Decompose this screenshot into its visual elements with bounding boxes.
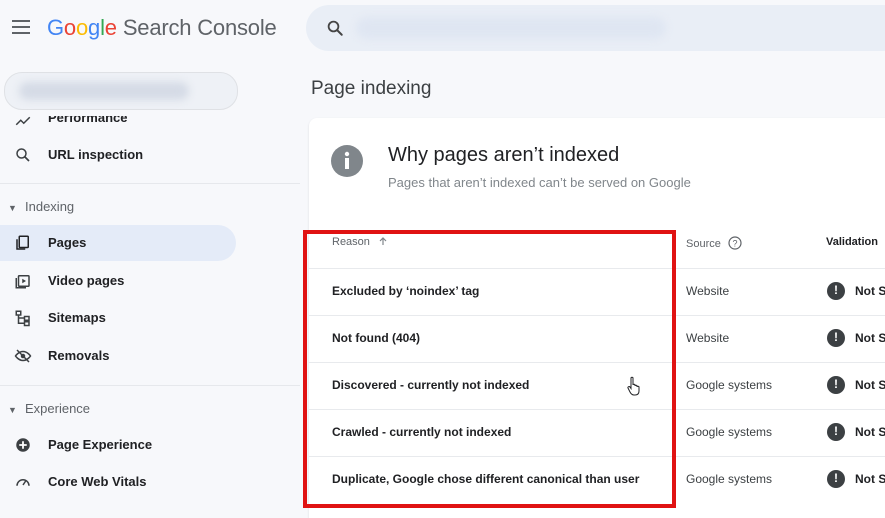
top-bar: Google Search Console — [0, 0, 885, 60]
section-title: Indexing — [25, 199, 75, 214]
sidebar-item-label: Sitemaps — [48, 310, 106, 325]
sidebar-item-url-inspection[interactable]: URL inspection — [0, 137, 236, 173]
reason-cell: Discovered - currently not indexed — [332, 378, 530, 392]
column-header-reason[interactable]: Reason — [332, 236, 388, 248]
sidebar-item-removals[interactable]: Removals — [0, 338, 236, 374]
validation-cell: Not S — [855, 378, 885, 392]
validation-cell: Not S — [855, 472, 885, 486]
table-row[interactable]: Discovered - currently not indexed Googl… — [309, 362, 885, 410]
svg-text:?: ? — [732, 239, 737, 249]
not-started-icon — [827, 376, 845, 394]
not-started-icon — [827, 329, 845, 347]
source-cell: Website — [686, 284, 730, 298]
sidebar-divider — [0, 183, 300, 184]
collapse-caret-icon: ▼ — [8, 203, 17, 213]
table-row[interactable]: Crawled - currently not indexed Google s… — [309, 409, 885, 457]
hamburger-menu-icon[interactable] — [12, 20, 32, 36]
search-icon — [327, 20, 343, 36]
page-title: Page indexing — [311, 78, 432, 99]
table-row[interactable]: Duplicate, Google chose different canoni… — [309, 456, 885, 504]
not-started-icon — [827, 470, 845, 488]
sidebar-item-performance[interactable]: Performance — [0, 116, 236, 130]
sidebar-item-label: Removals — [48, 348, 110, 363]
column-header-source[interactable]: Source ? — [686, 236, 742, 250]
sidebar-item-label: URL inspection — [48, 147, 144, 162]
reason-cell: Crawled - currently not indexed — [332, 425, 512, 439]
search-input-redacted[interactable] — [356, 17, 666, 39]
sidebar-section-indexing[interactable]: ▼ Indexing — [0, 196, 240, 218]
info-icon — [331, 145, 363, 177]
card-subtitle: Pages that aren’t indexed can’t be serve… — [388, 175, 691, 190]
property-selector[interactable] — [4, 72, 238, 110]
column-header-label: Source — [686, 238, 721, 250]
logo-letter: o — [63, 15, 76, 40]
logo-letter: g — [88, 15, 101, 40]
source-cell: Google systems — [686, 425, 773, 439]
not-started-icon — [827, 423, 845, 441]
search-icon — [16, 148, 30, 162]
sidebar-item-label: Page Experience — [48, 437, 153, 452]
sidebar-item-page-experience[interactable]: Page Experience — [0, 427, 236, 463]
why-pages-not-indexed-card: Why pages aren’t indexed Pages that aren… — [309, 118, 885, 518]
logo-letter: o — [75, 15, 89, 40]
table-row[interactable]: Excluded by ‘noindex’ tag Website Not S — [309, 268, 885, 316]
reason-cell: Excluded by ‘noindex’ tag — [332, 284, 480, 298]
speedometer-icon — [16, 479, 30, 486]
sidebar-divider — [0, 385, 300, 386]
section-title: Experience — [25, 401, 91, 416]
logo-letter: e — [104, 15, 117, 40]
product-name: Search Console — [122, 15, 277, 40]
sidebar-item-video-pages[interactable]: Video pages — [0, 263, 236, 299]
validation-cell: Not S — [855, 425, 885, 439]
column-header-validation[interactable]: Validation — [826, 236, 878, 248]
sidebar-item-label: Video pages — [48, 273, 125, 288]
logo-letter: G — [47, 15, 64, 40]
search-console-logo[interactable]: Google Search Console — [47, 15, 277, 41]
reason-cell: Duplicate, Google chose different canoni… — [332, 472, 640, 486]
video-pages-icon — [15, 275, 30, 289]
source-cell: Google systems — [686, 472, 773, 486]
sidebar: Performance URL inspection ▼ Indexing Pa… — [0, 60, 300, 515]
sort-arrow-up-icon — [379, 237, 387, 245]
collapse-caret-icon: ▼ — [8, 405, 17, 415]
source-cell: Website — [686, 331, 730, 345]
inspect-url-search-bar[interactable] — [306, 5, 885, 51]
help-icon[interactable]: ? — [728, 236, 742, 250]
validation-cell: Not S — [855, 331, 885, 345]
sidebar-section-experience[interactable]: ▼ Experience — [0, 398, 240, 420]
not-started-icon — [827, 282, 845, 300]
sidebar-item-label: Core Web Vitals — [48, 474, 147, 489]
sidebar-item-core-web-vitals[interactable]: Core Web Vitals — [0, 464, 236, 500]
pages-icon — [16, 235, 29, 250]
sidebar-item-sitemaps[interactable]: Sitemaps — [0, 300, 236, 336]
sidebar-item-label: Performance — [48, 116, 128, 125]
reason-cell: Not found (404) — [332, 331, 420, 345]
removals-icon — [14, 349, 32, 363]
card-title: Why pages aren’t indexed — [388, 144, 620, 166]
trending-up-icon — [15, 116, 31, 126]
table-row[interactable]: Not found (404) Website Not S — [309, 315, 885, 363]
sitemap-icon — [15, 310, 30, 327]
hand-pointer-cursor-icon — [627, 376, 640, 396]
column-header-label: Reason — [332, 236, 370, 248]
page-experience-icon — [16, 438, 30, 452]
source-cell: Google systems — [686, 378, 773, 392]
sidebar-item-pages[interactable]: Pages — [0, 225, 236, 261]
property-name-redacted — [19, 82, 189, 100]
validation-cell: Not S — [855, 284, 885, 298]
sidebar-item-label: Pages — [48, 235, 87, 250]
